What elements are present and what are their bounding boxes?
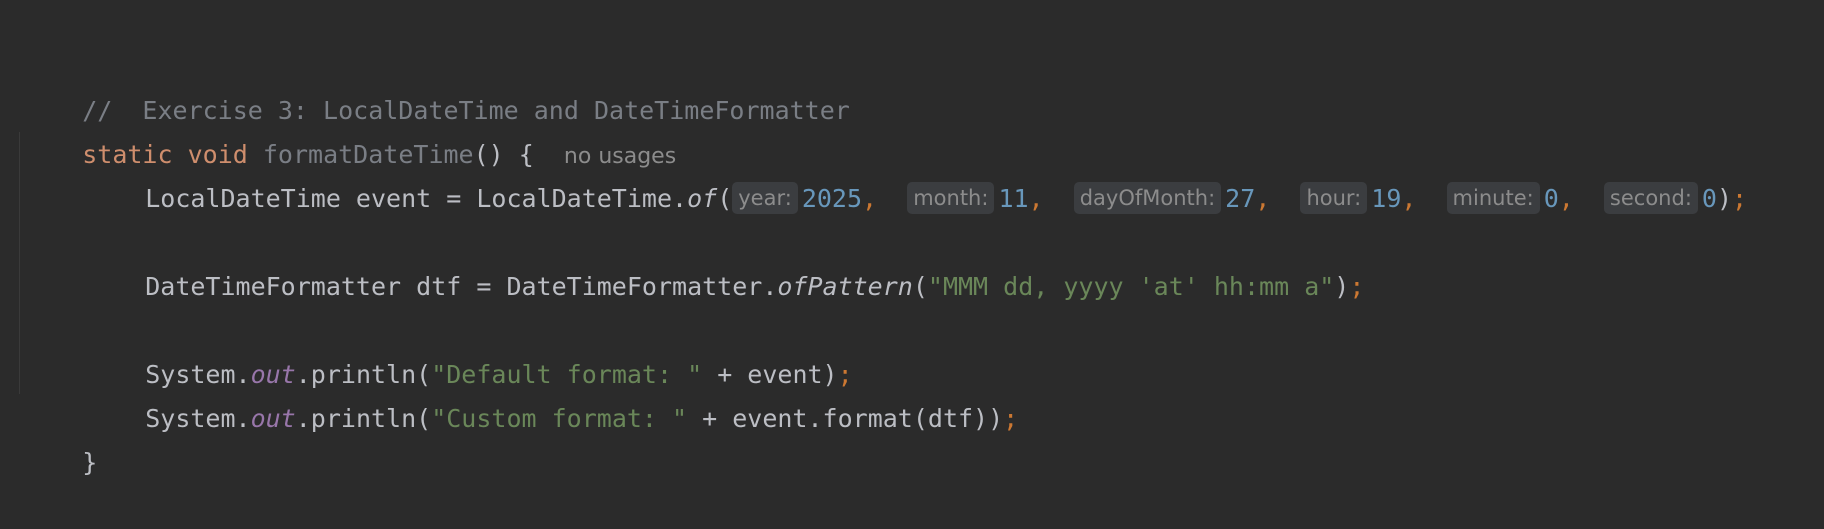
println-call: .println( — [295, 404, 432, 433]
semicolon: ; — [1003, 404, 1019, 433]
code-line-println-default[interactable]: System.out.println("Default format: " + … — [22, 309, 852, 389]
close-paren: ) — [1716, 184, 1733, 213]
arg-day-of-month: 27 — [1225, 184, 1256, 213]
code-line-localdatetime[interactable]: LocalDateTime event = LocalDateTime.of(y… — [22, 133, 1747, 214]
code-line-println-custom[interactable]: System.out.println("Custom format: " + e… — [22, 353, 1018, 433]
arg-year: 2025 — [801, 184, 863, 213]
out-field: out — [250, 404, 296, 433]
method-of: of — [687, 184, 718, 213]
code-line-comment[interactable]: // Exercise 3: LocalDateTime and DateTim… — [22, 45, 850, 125]
system-class: System. — [145, 404, 251, 433]
comma: , — [1255, 184, 1271, 213]
formatter-statement: DateTimeFormatter dtf = DateTimeFormatte… — [145, 272, 778, 301]
comma: , — [1401, 184, 1417, 213]
param-hint-year: year: — [732, 182, 798, 214]
comma: , — [1028, 184, 1044, 213]
indent-guide — [19, 132, 20, 394]
closing-brace: } — [82, 448, 98, 477]
localdatetime-statement: LocalDateTime event = LocalDateTime. — [145, 184, 688, 213]
param-hint-second: second: — [1603, 182, 1698, 214]
custom-format-string: "Custom format: " — [431, 404, 688, 433]
semicolon: ; — [1732, 184, 1748, 213]
param-hint-day-of-month: dayOfMonth: — [1073, 182, 1222, 214]
arg-second: 0 — [1701, 184, 1717, 213]
open-paren: ( — [717, 184, 733, 213]
println-args-rest: + event.format(dtf)) — [687, 404, 1004, 433]
close-paren: ) — [1334, 272, 1350, 301]
arg-minute: 0 — [1543, 184, 1559, 213]
method-of-pattern: ofPattern — [777, 272, 913, 301]
param-hint-month: month: — [907, 182, 995, 214]
code-line-closing-brace[interactable]: } — [22, 397, 97, 477]
comma: , — [1558, 184, 1574, 213]
code-line-formatter[interactable]: DateTimeFormatter dtf = DateTimeFormatte… — [22, 221, 1364, 301]
param-hint-minute: minute: — [1446, 182, 1540, 214]
semicolon: ; — [1349, 272, 1365, 301]
code-editor[interactable]: // Exercise 3: LocalDateTime and DateTim… — [0, 0, 1824, 477]
comma: , — [862, 184, 878, 213]
code-line-method-declaration[interactable]: static void formatDateTime() { no usages — [22, 89, 676, 169]
pattern-string: "MMM dd, yyyy 'at' hh:mm a" — [927, 272, 1335, 301]
arg-month: 11 — [998, 184, 1029, 213]
arg-hour: 19 — [1371, 184, 1402, 213]
open-paren: ( — [912, 272, 928, 301]
param-hint-hour: hour: — [1300, 182, 1368, 214]
